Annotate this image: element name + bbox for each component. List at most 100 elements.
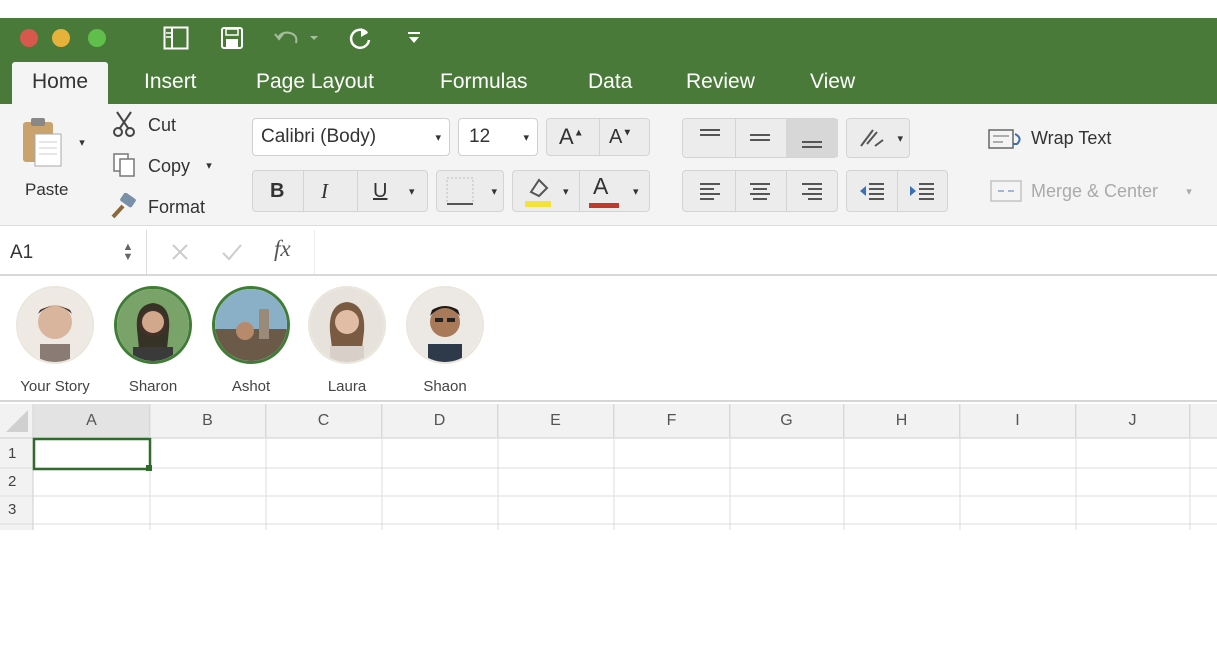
align-bottom-icon[interactable] [799, 125, 825, 151]
paste-dropdown-icon[interactable]: ▾ [74, 132, 90, 152]
grow-font-icon[interactable]: A▲ [559, 124, 584, 150]
align-middle-icon[interactable] [747, 125, 773, 151]
tab-data[interactable]: Data [588, 62, 632, 104]
tab-insert[interactable]: Insert [144, 62, 197, 104]
column-header-h[interactable]: H [844, 404, 960, 438]
font-name-select[interactable]: Calibri (Body) ▾ [252, 118, 450, 156]
row-header-2[interactable]: 2 [0, 468, 33, 496]
column-header-d[interactable]: D [382, 404, 498, 438]
tab-formulas[interactable]: Formulas [440, 62, 528, 104]
decrease-indent-icon[interactable] [857, 178, 887, 204]
tab-page-layout[interactable]: Page Layout [256, 62, 374, 104]
format-label[interactable]: Format [148, 197, 205, 218]
font-color-icon[interactable]: A [593, 173, 608, 200]
chevron-down-icon: ▾ [435, 131, 441, 144]
avatar [308, 286, 386, 364]
fill-font-color-group: ▾ A ▾ [512, 170, 650, 212]
copy-icon[interactable] [110, 151, 138, 179]
font-size-select[interactable]: 12 ▾ [458, 118, 538, 156]
increase-indent-icon[interactable] [907, 178, 937, 204]
italic-button[interactable]: I [321, 179, 328, 204]
column-header-c[interactable]: C [266, 404, 382, 438]
shrink-font-icon[interactable]: A▼ [609, 126, 632, 149]
vertical-align-group [682, 118, 838, 158]
story-sharon[interactable]: Sharon [108, 286, 198, 395]
fill-color-dropdown-icon[interactable]: ▾ [563, 185, 569, 198]
font-size-step-group: A▲ A▼ [546, 118, 650, 156]
copy-label[interactable]: Copy [148, 156, 190, 177]
row-header-1[interactable]: 1 [0, 440, 33, 468]
column-header-e[interactable]: E [498, 404, 614, 438]
chevron-down-icon: ▾ [523, 131, 529, 144]
tab-view[interactable]: View [810, 62, 855, 104]
avatar [212, 286, 290, 364]
story-ashot[interactable]: Ashot [206, 286, 296, 395]
orientation-dropdown-icon: ▾ [897, 132, 903, 145]
tab-home[interactable]: Home [12, 62, 109, 104]
name-box[interactable]: A1 [10, 242, 33, 264]
horizontal-align-group [682, 170, 838, 212]
font-color-dropdown-icon[interactable]: ▾ [633, 185, 639, 198]
font-name-value: Calibri (Body) [261, 126, 377, 147]
scissors-icon[interactable] [110, 110, 138, 138]
cell-a1-selected[interactable] [34, 439, 150, 469]
align-top-icon[interactable] [697, 125, 723, 151]
story-name: Sharon [128, 378, 178, 395]
fill-color-icon[interactable] [521, 174, 555, 208]
customize-toolbar-icon[interactable] [402, 24, 426, 52]
copy-dropdown-icon[interactable]: ▾ [202, 156, 216, 174]
maximize-window-button[interactable] [88, 29, 106, 47]
underline-button[interactable]: U [373, 180, 387, 203]
story-name: Your Story [20, 378, 90, 395]
undo-icon[interactable] [270, 24, 322, 52]
column-header-i[interactable]: I [960, 404, 1076, 438]
merge-dropdown-icon[interactable]: ▾ [1182, 182, 1196, 200]
column-header-a[interactable]: A [34, 404, 150, 438]
align-center-icon[interactable] [747, 178, 773, 204]
paste-icon[interactable] [14, 112, 70, 172]
font-size-value: 12 [469, 126, 491, 147]
story-your-story[interactable]: Your Story [10, 286, 100, 395]
column-header-b[interactable]: B [150, 404, 266, 438]
cut-label[interactable]: Cut [148, 115, 176, 136]
minimize-window-button[interactable] [52, 29, 70, 47]
underline-dropdown-icon[interactable]: ▾ [409, 185, 415, 198]
borders-dropdown-icon: ▾ [491, 185, 497, 198]
formula-bar-divider [146, 230, 147, 274]
wrap-text-icon[interactable] [986, 124, 1026, 154]
column-header-j[interactable]: J [1076, 404, 1190, 438]
bold-button[interactable]: B [270, 180, 284, 203]
avatar [406, 286, 484, 364]
indent-group [846, 170, 948, 212]
format-painter-icon[interactable] [108, 192, 140, 220]
save-icon[interactable] [216, 24, 248, 52]
close-window-button[interactable] [20, 29, 38, 47]
column-header-g[interactable]: G [730, 404, 844, 438]
merge-center-icon[interactable] [986, 176, 1026, 206]
insert-function-button[interactable]: fx [274, 236, 291, 262]
avatar [114, 286, 192, 364]
tab-review[interactable]: Review [686, 62, 755, 104]
align-left-icon[interactable] [697, 178, 723, 204]
story-name: Ashot [231, 378, 271, 395]
font-color-swatch [589, 203, 619, 208]
merge-center-label[interactable]: Merge & Center [1031, 181, 1158, 202]
story-laura[interactable]: Laura [302, 286, 392, 395]
borders-button[interactable]: ▾ [436, 170, 504, 212]
sidebar-icon[interactable] [160, 24, 192, 52]
orientation-button[interactable]: ▾ [846, 118, 910, 158]
align-right-icon[interactable] [799, 178, 825, 204]
story-shaon[interactable]: Shaon [400, 286, 490, 395]
story-name: Shaon [423, 378, 467, 395]
story-name: Laura [327, 378, 367, 395]
row-header-3[interactable]: 3 [0, 496, 33, 524]
wrap-text-label[interactable]: Wrap Text [1031, 128, 1111, 149]
redo-icon[interactable] [344, 24, 376, 52]
formula-bar-divider [314, 230, 315, 274]
paste-label[interactable]: Paste [25, 180, 68, 200]
name-box-stepper[interactable]: ▲ ▼ [118, 234, 138, 270]
enter-icon[interactable] [218, 238, 246, 266]
column-header-f[interactable]: F [614, 404, 730, 438]
cancel-icon[interactable] [166, 238, 194, 266]
text-style-group: B I U ▾ [252, 170, 428, 212]
